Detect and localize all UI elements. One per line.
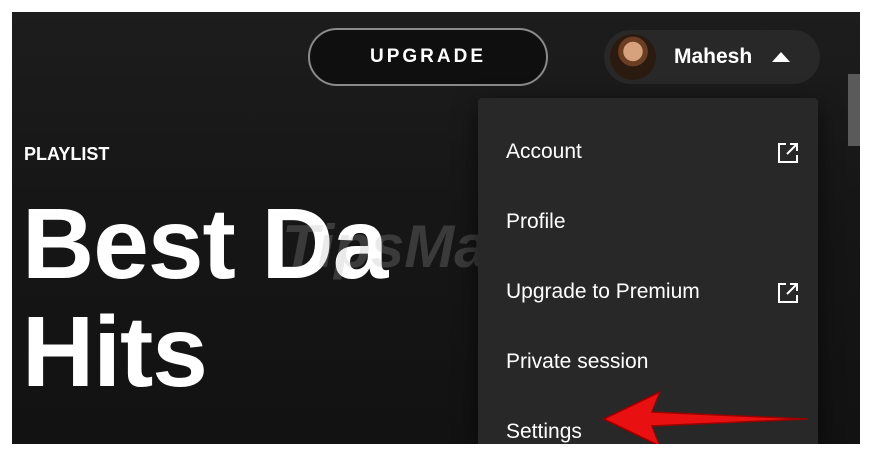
red-arrow-annotation bbox=[602, 390, 809, 444]
playlist-title-line2: Hits bbox=[22, 296, 208, 408]
menu-item-upgrade-premium[interactable]: Upgrade to Premium bbox=[478, 262, 818, 322]
external-link-icon bbox=[778, 143, 798, 163]
playlist-title-line1: Best Da bbox=[22, 188, 388, 300]
menu-item-label: Upgrade to Premium bbox=[506, 280, 700, 303]
caret-up-icon bbox=[772, 52, 791, 62]
user-menu-button[interactable]: Mahesh bbox=[604, 30, 820, 84]
menu-item-label: Settings bbox=[506, 420, 582, 443]
menu-item-label: Private session bbox=[506, 350, 649, 373]
external-link-icon bbox=[778, 283, 798, 303]
avatar bbox=[610, 34, 656, 80]
app-window: UPGRADE Mahesh PLAYLIST Best Da Hits Tip… bbox=[12, 12, 860, 444]
menu-item-label: Profile bbox=[506, 210, 566, 233]
menu-item-profile[interactable]: Profile bbox=[478, 192, 818, 252]
menu-item-private-session[interactable]: Private session bbox=[478, 332, 818, 392]
upgrade-button[interactable]: UPGRADE bbox=[308, 28, 548, 86]
menu-item-label: Account bbox=[506, 140, 582, 163]
playlist-type-label: PLAYLIST bbox=[24, 144, 110, 164]
menu-item-account[interactable]: Account bbox=[478, 122, 818, 182]
scrollbar-thumb[interactable] bbox=[848, 74, 860, 146]
playlist-title: Best Da Hits bbox=[22, 188, 388, 408]
user-name: Mahesh bbox=[674, 45, 753, 68]
